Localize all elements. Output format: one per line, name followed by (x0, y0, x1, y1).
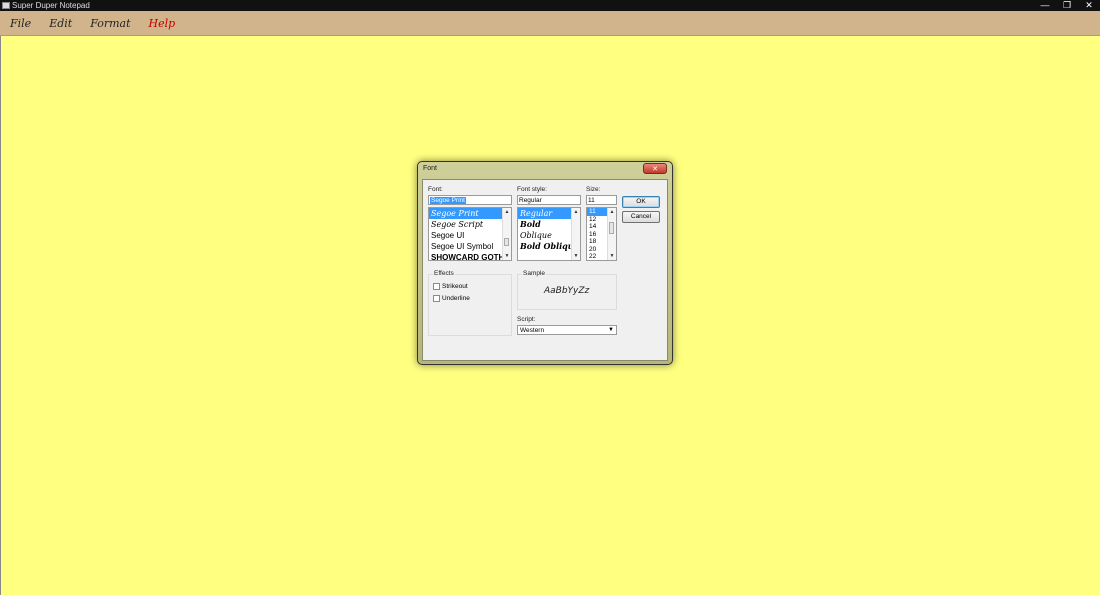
dialog-close-button[interactable]: ✕ (643, 163, 667, 174)
window-controls: — ❐ ✕ (1040, 0, 1094, 11)
minimize-icon[interactable]: — (1040, 0, 1050, 11)
size-label: Size: (586, 186, 601, 193)
font-list-item[interactable]: Segoe UI (429, 230, 511, 241)
script-select[interactable]: Western ▼ (517, 325, 617, 335)
checkbox-icon[interactable] (433, 283, 440, 290)
scroll-up-icon[interactable]: ▲ (572, 208, 580, 216)
scroll-down-icon[interactable]: ▼ (503, 252, 511, 260)
checkbox-icon[interactable] (433, 295, 440, 302)
font-list-item[interactable]: SHOWCARD GOTHIC (429, 252, 511, 260)
scroll-up-icon[interactable]: ▲ (608, 208, 616, 216)
underline-checkbox[interactable]: Underline (433, 295, 470, 302)
scroll-down-icon[interactable]: ▼ (572, 252, 580, 260)
dialog-client: Font: Segoe Print Segoe Print Segoe Scri… (422, 179, 668, 361)
menu-edit[interactable]: Edit (39, 17, 80, 30)
dialog-title: Font (423, 165, 438, 172)
menu-bar: File Edit Format Help (0, 11, 1100, 36)
font-style-label: Font style: (517, 186, 547, 193)
script-label: Script: (517, 316, 536, 323)
menu-file[interactable]: File (0, 17, 39, 30)
font-list-item[interactable]: Segoe Print (429, 208, 511, 219)
menu-help[interactable]: Help (139, 17, 184, 30)
script-value: Western (520, 327, 545, 334)
scroll-thumb[interactable] (609, 222, 614, 234)
font-list-scrollbar[interactable]: ▲ ▼ (502, 208, 511, 260)
cancel-button[interactable]: Cancel (622, 211, 660, 223)
title-bar: Super Duper Notepad — ❐ ✕ (0, 0, 1100, 11)
size-list-scrollbar[interactable]: ▲ ▼ (607, 208, 616, 260)
size-input[interactable]: 11 (586, 195, 617, 205)
app-icon (2, 2, 10, 9)
menu-format[interactable]: Format (80, 17, 138, 30)
font-label: Font: (428, 186, 443, 193)
close-icon[interactable]: ✕ (1084, 0, 1094, 11)
effects-label: Effects (433, 270, 455, 277)
scroll-up-icon[interactable]: ▲ (503, 208, 511, 216)
sample-text: AaBbYyZz (544, 286, 590, 296)
font-list-item[interactable]: Segoe Script (429, 219, 511, 230)
scroll-thumb[interactable] (504, 238, 509, 246)
font-name-input[interactable]: Segoe Print (428, 195, 512, 205)
style-list-scrollbar[interactable]: ▲ ▼ (571, 208, 580, 260)
restore-icon[interactable]: ❐ (1062, 0, 1072, 11)
chevron-down-icon[interactable]: ▼ (608, 326, 614, 335)
ok-button[interactable]: OK (622, 196, 660, 208)
underline-label: Underline (442, 295, 470, 302)
size-list[interactable]: 11 12 14 16 18 20 22 ▲ ▼ (586, 207, 617, 261)
font-style-input[interactable]: Regular (517, 195, 581, 205)
font-list-item[interactable]: Segoe UI Symbol (429, 241, 511, 252)
font-style-list[interactable]: Regular Bold Oblique Bold Oblique ▲ ▼ (517, 207, 581, 261)
strikeout-label: Strikeout (442, 283, 468, 290)
scroll-down-icon[interactable]: ▼ (608, 252, 616, 260)
strikeout-checkbox[interactable]: Strikeout (433, 283, 468, 290)
window-title: Super Duper Notepad (12, 1, 90, 10)
font-dialog: Font ✕ Font: Segoe Print Segoe Print Seg… (417, 161, 673, 365)
font-list[interactable]: Segoe Print Segoe Script Segoe UI Segoe … (428, 207, 512, 261)
sample-label: Sample (522, 270, 547, 277)
